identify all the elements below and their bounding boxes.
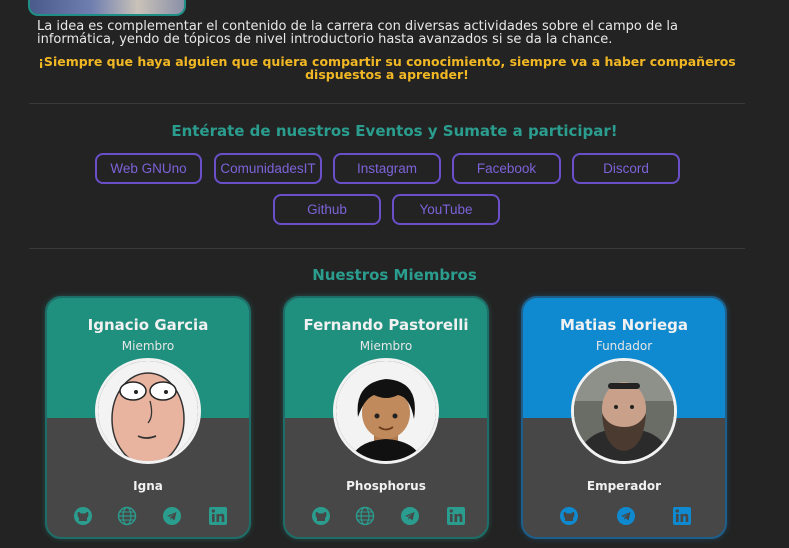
hero-image: [28, 0, 186, 16]
telegram-icon[interactable]: [162, 506, 182, 526]
link-github[interactable]: Github: [273, 194, 381, 225]
avatar: [571, 358, 677, 464]
member-card: Matias Noriega Fundador Emperador: [521, 296, 727, 539]
link-discord[interactable]: Discord: [572, 153, 680, 184]
avatar: [333, 358, 439, 464]
divider: [29, 103, 745, 104]
member-name: Ignacio Garcia: [87, 316, 209, 334]
member-nickname: Phosphorus: [346, 479, 426, 493]
globe-icon[interactable]: [355, 506, 375, 526]
github-icon[interactable]: [559, 506, 579, 526]
callout-text: ¡Siempre que haya alguien que quiera com…: [38, 54, 736, 82]
social-links: [523, 506, 725, 528]
avatar: [95, 358, 201, 464]
telegram-icon[interactable]: [400, 506, 420, 526]
member-role: Miembro: [121, 339, 175, 353]
globe-icon[interactable]: [117, 506, 137, 526]
member-card: Ignacio Garcia Miembro Igna: [45, 296, 251, 539]
link-web-gnuno[interactable]: Web GNUno: [95, 153, 202, 184]
link-comunidadesit[interactable]: ComunidadesIT: [214, 153, 322, 184]
linkedin-icon[interactable]: [672, 506, 692, 526]
events-title: Entérate de nuestros Eventos y Sumate a …: [171, 122, 618, 140]
member-role: Miembro: [359, 339, 413, 353]
social-links: [47, 506, 249, 528]
linkedin-icon[interactable]: [446, 506, 466, 526]
github-icon[interactable]: [73, 506, 93, 526]
github-icon[interactable]: [311, 506, 331, 526]
social-links: [285, 506, 487, 528]
member-name: Fernando Pastorelli: [303, 316, 469, 334]
intro-text: La idea es complementar el contenido de …: [37, 19, 678, 47]
member-card: Fernando Pastorelli Miembro Phosphorus: [283, 296, 489, 539]
member-name: Matias Noriega: [559, 316, 689, 334]
divider: [29, 248, 745, 249]
member-role: Fundador: [595, 339, 653, 353]
link-instagram[interactable]: Instagram: [333, 153, 441, 184]
linkedin-icon[interactable]: [208, 506, 228, 526]
member-nickname: Emperador: [586, 479, 662, 493]
member-nickname: Igna: [133, 479, 163, 493]
members-title: Nuestros Miembros: [312, 266, 477, 284]
link-facebook[interactable]: Facebook: [452, 153, 561, 184]
link-youtube[interactable]: YouTube: [392, 194, 500, 225]
telegram-icon[interactable]: [616, 506, 636, 526]
